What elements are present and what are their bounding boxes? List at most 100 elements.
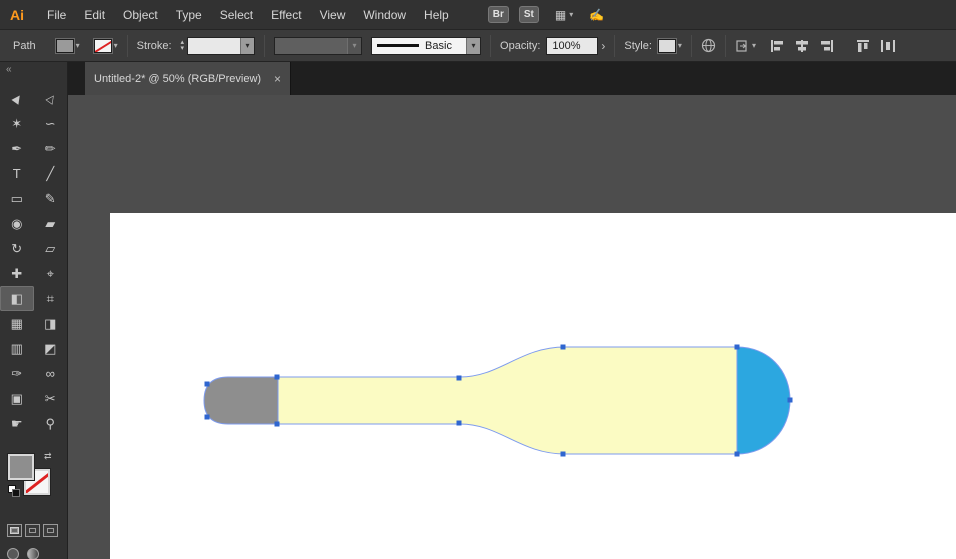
workspace-switcher-icon: ✍ bbox=[589, 8, 604, 22]
anchor-point[interactable] bbox=[735, 345, 740, 350]
bridge-button[interactable]: Br bbox=[488, 6, 509, 23]
separator bbox=[490, 35, 491, 57]
style-dropdown[interactable]: ▾ bbox=[658, 39, 682, 53]
tool-paintbrush[interactable]: ✎ bbox=[34, 186, 68, 211]
tool-blend[interactable]: ∞ bbox=[34, 361, 68, 386]
width-profile-value bbox=[275, 38, 347, 54]
tool-rectangle[interactable]: ▭ bbox=[0, 186, 34, 211]
menu-window[interactable]: Window bbox=[354, 8, 415, 22]
tool-zoom[interactable]: ⚲ bbox=[34, 411, 68, 436]
handle-cap-shape[interactable] bbox=[204, 377, 278, 424]
anchor-point[interactable] bbox=[205, 382, 210, 387]
document-setup-icon bbox=[735, 39, 749, 53]
tool-width[interactable]: ◉ bbox=[0, 211, 34, 236]
tool-gradient[interactable]: ◨ bbox=[34, 311, 68, 336]
distribute-horizontal-icon[interactable] bbox=[880, 39, 896, 53]
collapse-panel-icon[interactable]: « bbox=[0, 62, 67, 78]
draw-inside-button[interactable] bbox=[43, 524, 58, 537]
menu-object[interactable]: Object bbox=[114, 8, 167, 22]
menu-file[interactable]: File bbox=[38, 8, 75, 22]
stroke-weight-value[interactable] bbox=[188, 38, 240, 54]
tool-mesh[interactable]: ▦ bbox=[0, 311, 34, 336]
document-setup-button[interactable]: ▾ bbox=[735, 39, 756, 53]
tool-column-graph[interactable]: ▥ bbox=[0, 336, 34, 361]
menu-effect[interactable]: Effect bbox=[262, 8, 310, 22]
menu-type[interactable]: Type bbox=[167, 8, 211, 22]
document-info-globe-icon[interactable] bbox=[701, 38, 716, 53]
opacity-field[interactable]: 100% bbox=[546, 37, 598, 55]
menu-select[interactable]: Select bbox=[211, 8, 262, 22]
anchor-point[interactable] bbox=[457, 376, 462, 381]
anchor-point[interactable] bbox=[788, 398, 793, 403]
stroke-weight-stepper[interactable]: ▴ ▾ bbox=[181, 40, 185, 52]
arrange-documents-button[interactable]: ▦ ▾ bbox=[555, 8, 573, 22]
anchor-point[interactable] bbox=[561, 345, 566, 350]
stepper-down-icon[interactable]: ▾ bbox=[181, 46, 185, 52]
chevron-down-icon[interactable]: ▾ bbox=[240, 38, 254, 54]
default-fill-stroke-icon[interactable] bbox=[8, 485, 20, 497]
chevron-down-icon: ▾ bbox=[752, 41, 756, 50]
align-right-icon[interactable] bbox=[818, 39, 834, 53]
anchor-point[interactable] bbox=[275, 422, 280, 427]
stroke-none-swatch-icon bbox=[94, 39, 112, 53]
close-tab-icon[interactable]: × bbox=[274, 72, 281, 86]
opacity-value[interactable]: 100% bbox=[547, 38, 597, 54]
align-top-icon[interactable] bbox=[856, 39, 872, 53]
anchor-point[interactable] bbox=[561, 452, 566, 457]
menu-bar: Ai File Edit Object Type Select Effect V… bbox=[0, 0, 956, 30]
color-mode-row bbox=[7, 548, 39, 559]
gradient-button[interactable] bbox=[27, 548, 39, 559]
document-canvas[interactable] bbox=[68, 95, 956, 559]
tool-scale[interactable]: ▱ bbox=[34, 236, 68, 261]
anchor-point[interactable] bbox=[457, 421, 462, 426]
tool-line-segment[interactable]: ╱ bbox=[34, 161, 68, 186]
fill-color-dropdown[interactable]: ▾ bbox=[56, 39, 80, 53]
swap-fill-stroke-icon[interactable]: ⇄ bbox=[44, 451, 52, 462]
align-left-icon[interactable] bbox=[770, 39, 786, 53]
draw-normal-button[interactable] bbox=[7, 524, 22, 537]
style-label: Style: bbox=[624, 40, 652, 52]
menu-view[interactable]: View bbox=[311, 8, 355, 22]
tool-perspective-grid[interactable]: ⌗ bbox=[34, 286, 68, 311]
arrange-documents-icon: ▦ bbox=[555, 8, 566, 22]
control-bar: Path ▾ ▾ Stroke: ▴ ▾ ▾ ▾ Basic ▾ Opacity… bbox=[0, 30, 956, 62]
stock-button[interactable]: St bbox=[519, 6, 539, 23]
chevron-down-icon: ▾ bbox=[76, 41, 80, 50]
workspace-switcher-button[interactable]: ✍ bbox=[589, 8, 604, 22]
tool-type[interactable]: T bbox=[0, 161, 34, 186]
anchor-point[interactable] bbox=[205, 415, 210, 420]
fill-proxy-swatch[interactable] bbox=[8, 454, 34, 480]
align-center-icon[interactable] bbox=[794, 39, 810, 53]
document-tab[interactable]: Untitled-2* @ 50% (RGB/Preview) × bbox=[85, 62, 291, 95]
anchor-point[interactable] bbox=[275, 375, 280, 380]
tool-eraser[interactable]: ▰ bbox=[34, 211, 68, 236]
align-vertical-group bbox=[856, 39, 896, 53]
stroke-color-dropdown[interactable]: ▾ bbox=[94, 39, 118, 53]
tool-hand[interactable]: ☛ bbox=[0, 411, 34, 436]
tool-symbol-sprayer[interactable]: ✚ bbox=[0, 261, 34, 286]
tool-pencil[interactable]: ✏ bbox=[34, 136, 68, 161]
canvas-area[interactable] bbox=[68, 95, 956, 559]
brush-preview-field[interactable]: Basic bbox=[372, 38, 466, 54]
brush-definition-dropdown[interactable]: Basic ▾ bbox=[371, 37, 481, 55]
tools-panel: « ▶ ▷ ✶ ∽ ✒ ✏ T ╱ ▭ ✎ ◉ ▰ ↻ ▱ ✚ ⌖ ◧ ⌗ ▦ … bbox=[0, 62, 68, 559]
tool-slice[interactable]: ✂ bbox=[34, 386, 68, 411]
separator bbox=[614, 35, 615, 57]
menu-edit[interactable]: Edit bbox=[75, 8, 114, 22]
stroke-weight-dropdown[interactable]: ▾ bbox=[187, 37, 255, 55]
opacity-panel-chevron-icon[interactable]: › bbox=[601, 39, 605, 53]
menu-help[interactable]: Help bbox=[415, 8, 458, 22]
tool-rotate[interactable]: ↻ bbox=[0, 236, 34, 261]
brush-name: Basic bbox=[425, 40, 452, 52]
chevron-down-icon[interactable]: ▾ bbox=[466, 38, 480, 54]
tool-shape-builder[interactable]: ◧ bbox=[0, 286, 34, 311]
tool-eyedropper[interactable]: ✑ bbox=[0, 361, 34, 386]
tool-free-transform[interactable]: ⌖ bbox=[34, 261, 68, 286]
tool-pen[interactable]: ✒ bbox=[0, 136, 34, 161]
tool-live-paint-bucket[interactable]: ◩ bbox=[34, 336, 68, 361]
draw-behind-button[interactable] bbox=[25, 524, 40, 537]
document-title: Untitled-2* @ 50% (RGB/Preview) bbox=[94, 73, 261, 85]
tool-artboard[interactable]: ▣ bbox=[0, 386, 34, 411]
anchor-point[interactable] bbox=[735, 452, 740, 457]
color-button[interactable] bbox=[7, 548, 19, 559]
